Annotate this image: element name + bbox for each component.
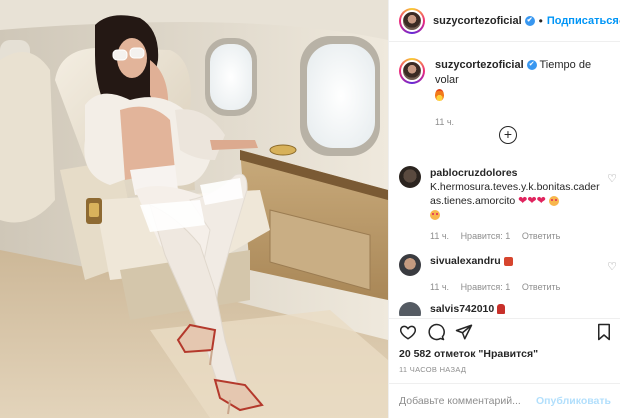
commenter-avatar[interactable] bbox=[399, 302, 421, 316]
comment-username[interactable]: sivualexandru bbox=[430, 255, 501, 267]
comment-item: pablocruzdolores K.hermosura.teves.y.k.b… bbox=[399, 166, 617, 241]
likes-count[interactable]: 20 582 отметок "Нравится" bbox=[399, 348, 538, 360]
comment-like-icon[interactable]: ♡ bbox=[607, 260, 617, 273]
heart-icon[interactable] bbox=[399, 323, 417, 341]
commenter-avatar[interactable] bbox=[399, 254, 421, 276]
commenter-avatar[interactable] bbox=[399, 166, 421, 188]
comment-username[interactable]: salvis742010 bbox=[430, 303, 494, 315]
plus-circle-icon[interactable]: + bbox=[499, 126, 517, 144]
fire-emoji-icon bbox=[435, 89, 444, 102]
action-bar bbox=[389, 318, 620, 344]
comment-meta: 11 ч. Нравится: 1 Ответить bbox=[430, 282, 613, 292]
heart-eyes-emoji-icon bbox=[548, 196, 559, 207]
comment-username[interactable]: pablocruzdolores bbox=[430, 167, 518, 179]
posted-time[interactable]: 11 ЧАСОВ НАЗАД bbox=[399, 365, 466, 374]
publish-button[interactable]: Опубликовать bbox=[536, 395, 611, 407]
post-caption: suzycortezoficial ✔ Tiempo de volar 11 ч. bbox=[399, 58, 613, 127]
comment-likes[interactable]: Нравится: 1 bbox=[461, 231, 511, 241]
caption-time: 11 ч. bbox=[435, 117, 455, 127]
angry-emoji-icon bbox=[503, 256, 513, 266]
heart-emoji-icon: ❤❤❤ bbox=[518, 195, 546, 207]
author-avatar[interactable] bbox=[399, 7, 425, 34]
comment-like-icon[interactable]: ♡ bbox=[607, 172, 617, 185]
comment-time[interactable]: 11 ч. bbox=[430, 282, 449, 292]
verified-badge-icon: ✔ bbox=[526, 60, 537, 71]
follow-button[interactable]: Подписаться bbox=[547, 15, 619, 27]
emoji-icon bbox=[497, 304, 506, 315]
add-comment-bar: Опубликовать bbox=[389, 383, 620, 418]
verified-badge-icon: ✔ bbox=[524, 15, 535, 26]
heart-eyes-emoji-icon bbox=[430, 210, 440, 221]
paper-plane-icon[interactable] bbox=[455, 323, 473, 341]
comment-icon[interactable] bbox=[427, 323, 445, 341]
comment-item: sivualexandru ♡ 11 ч. Нравится: 1 Ответи… bbox=[399, 254, 617, 292]
comment-item: salvis742010 bbox=[399, 302, 613, 316]
post-header: suzycortezoficial✔ • Подписаться ··· bbox=[389, 0, 620, 42]
caption-username[interactable]: suzycortezoficial bbox=[435, 59, 524, 71]
post-photo[interactable] bbox=[0, 0, 388, 418]
post-image bbox=[0, 0, 388, 418]
bookmark-icon[interactable] bbox=[595, 323, 613, 341]
reply-button[interactable]: Ответить bbox=[522, 282, 560, 292]
author-username[interactable]: suzycortezoficial ✔ bbox=[433, 15, 535, 27]
comment-meta: 11 ч. Нравится: 1 Ответить bbox=[430, 231, 613, 241]
comment-text: K.hermosura.teves.y.k.bonitas.caderas.ti… bbox=[430, 181, 600, 207]
comment-input[interactable] bbox=[399, 395, 537, 407]
header-separator: • bbox=[538, 13, 543, 28]
comment-likes[interactable]: Нравится: 1 bbox=[461, 282, 511, 292]
post-sidebar: suzycortezoficial✔ • Подписаться ··· suz… bbox=[388, 0, 620, 418]
caption-avatar[interactable] bbox=[399, 58, 425, 84]
comment-time[interactable]: 11 ч. bbox=[430, 231, 449, 241]
reply-button[interactable]: Ответить bbox=[522, 231, 560, 241]
